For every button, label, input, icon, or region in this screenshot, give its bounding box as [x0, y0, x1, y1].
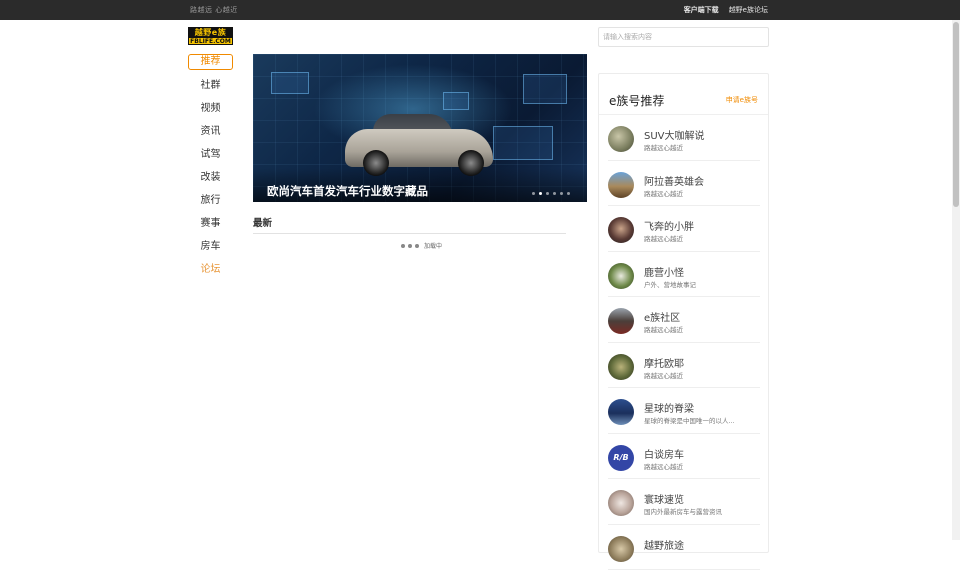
banner-caption[interactable]: 欧尚汽车首发汽车行业数字藏品: [267, 183, 428, 199]
list-item[interactable]: e族社区 路越远心越近: [608, 297, 760, 343]
apply-account-link[interactable]: 申请e族号: [726, 95, 758, 105]
list-item[interactable]: 越野旅途: [608, 525, 760, 570]
banner-screen-decoration: [523, 74, 567, 104]
alashan-avatar-icon[interactable]: [608, 172, 634, 198]
banner-screen-decoration: [493, 126, 553, 160]
page-scrollbar[interactable]: [952, 20, 960, 540]
account-name[interactable]: 星球的脊梁: [644, 400, 694, 415]
recommend-list: SUV大咖解说 路越远心越近 阿拉善英雄会 路越远心越近 飞奔的小胖 路越远心越…: [608, 115, 760, 570]
luying-avatar-icon[interactable]: [608, 263, 634, 289]
loading-indicator: 加载中: [401, 241, 442, 250]
ezu-avatar-icon[interactable]: [608, 308, 634, 334]
site-logo[interactable]: 越野e族 FBLIFE.COM: [188, 27, 233, 45]
nav-item-news[interactable]: 资讯: [188, 123, 233, 146]
account-name[interactable]: 鹿营小怪: [644, 264, 684, 279]
nav-item-test-drive[interactable]: 试驾: [188, 146, 233, 169]
logo-en: FBLIFE.COM: [189, 38, 232, 45]
nav-item-recommend[interactable]: 推荐: [188, 54, 233, 70]
account-name[interactable]: 飞奔的小胖: [644, 218, 694, 233]
carousel-dots: [532, 192, 570, 195]
nav-item-travel[interactable]: 旅行: [188, 192, 233, 215]
top-bar: 路越远 心越近 客户端下载 越野e族论坛: [0, 0, 960, 20]
carousel-dot[interactable]: [546, 192, 549, 195]
account-name[interactable]: 阿拉善英雄会: [644, 173, 704, 188]
list-item[interactable]: SUV大咖解说 路越远心越近: [608, 115, 760, 161]
carousel-dot[interactable]: [567, 192, 570, 195]
list-item[interactable]: R/B 白谈房车 路越远心越近: [608, 434, 760, 480]
carousel-dot[interactable]: [560, 192, 563, 195]
logo-cn: 越野e族: [189, 28, 232, 38]
recommend-panel: e族号推荐 申请e族号 SUV大咖解说 路越远心越近 阿拉善英雄会 路越远心越近…: [598, 73, 769, 553]
account-name[interactable]: SUV大咖解说: [644, 127, 705, 142]
list-item[interactable]: 摩托欧耶 路越远心越近: [608, 343, 760, 389]
search-input[interactable]: [598, 27, 769, 47]
list-item[interactable]: 寰球速览 国内外最新房车与露营资讯: [608, 479, 760, 525]
loading-text: 加载中: [424, 241, 442, 250]
loading-dot-icon: [408, 244, 412, 248]
account-desc: 路越远心越近: [644, 461, 756, 471]
account-desc: 路越远心越近: [644, 324, 756, 334]
client-download-link[interactable]: 客户端下载: [684, 5, 719, 15]
list-item[interactable]: 星球的脊梁 星球的脊梁是中国唯一的以人...: [608, 388, 760, 434]
account-name[interactable]: 白谈房车: [644, 446, 684, 461]
nav-item-race[interactable]: 赛事: [188, 215, 233, 238]
banner-screen-decoration: [271, 72, 309, 94]
account-desc: 路越远心越近: [644, 233, 756, 243]
carousel-dot-active[interactable]: [539, 192, 542, 195]
feiben-avatar-icon[interactable]: [608, 217, 634, 243]
account-desc: 户外、营地故事记: [644, 279, 756, 289]
loading-dot-icon: [401, 244, 405, 248]
latest-divider: [253, 233, 566, 234]
account-name[interactable]: 寰球速览: [644, 491, 684, 506]
account-desc: 星球的脊梁是中国唯一的以人...: [644, 415, 756, 425]
nav-item-forum[interactable]: 论坛: [188, 261, 233, 284]
carousel-dot[interactable]: [532, 192, 535, 195]
account-desc: 路越远心越近: [644, 142, 756, 152]
top-links: 客户端下载 越野e族论坛: [684, 5, 768, 15]
nav-item-rv[interactable]: 房车: [188, 238, 233, 261]
slogan: 路越远 心越近: [190, 5, 238, 15]
xingqiu-avatar-icon[interactable]: [608, 399, 634, 425]
latest-section-title: 最新: [253, 215, 272, 229]
rvb-avatar-icon[interactable]: R/B: [608, 445, 634, 471]
lvtu-avatar-icon[interactable]: [608, 536, 634, 562]
account-name[interactable]: 越野旅途: [644, 537, 684, 552]
account-desc: 路越远心越近: [644, 370, 756, 380]
nav-item-community[interactable]: 社群: [188, 77, 233, 100]
loading-dot-icon: [415, 244, 419, 248]
account-desc: 路越远心越近: [644, 188, 756, 198]
forum-link[interactable]: 越野e族论坛: [729, 5, 768, 15]
carousel-dot[interactable]: [553, 192, 556, 195]
banner-screen-decoration: [443, 92, 469, 110]
account-desc: 国内外最新房车与露营资讯: [644, 506, 756, 516]
recommend-title: e族号推荐: [609, 92, 664, 109]
account-name[interactable]: e族社区: [644, 309, 680, 324]
nav-item-modify[interactable]: 改装: [188, 169, 233, 192]
list-item[interactable]: 阿拉善英雄会 路越远心越近: [608, 161, 760, 207]
list-item[interactable]: 飞奔的小胖 路越远心越近: [608, 206, 760, 252]
nav-item-video[interactable]: 视频: [188, 100, 233, 123]
left-nav: 推荐 社群 视频 资讯 试驾 改装 旅行 赛事 房车 论坛: [188, 54, 233, 284]
list-item[interactable]: 鹿营小怪 户外、营地故事记: [608, 252, 760, 298]
moto-avatar-icon[interactable]: [608, 354, 634, 380]
huanqiu-avatar-icon[interactable]: [608, 490, 634, 516]
banner-carousel[interactable]: 欧尚汽车首发汽车行业数字藏品: [253, 54, 587, 202]
account-name[interactable]: 摩托欧耶: [644, 355, 684, 370]
scrollbar-thumb[interactable]: [953, 22, 959, 207]
suv-avatar-icon[interactable]: [608, 126, 634, 152]
